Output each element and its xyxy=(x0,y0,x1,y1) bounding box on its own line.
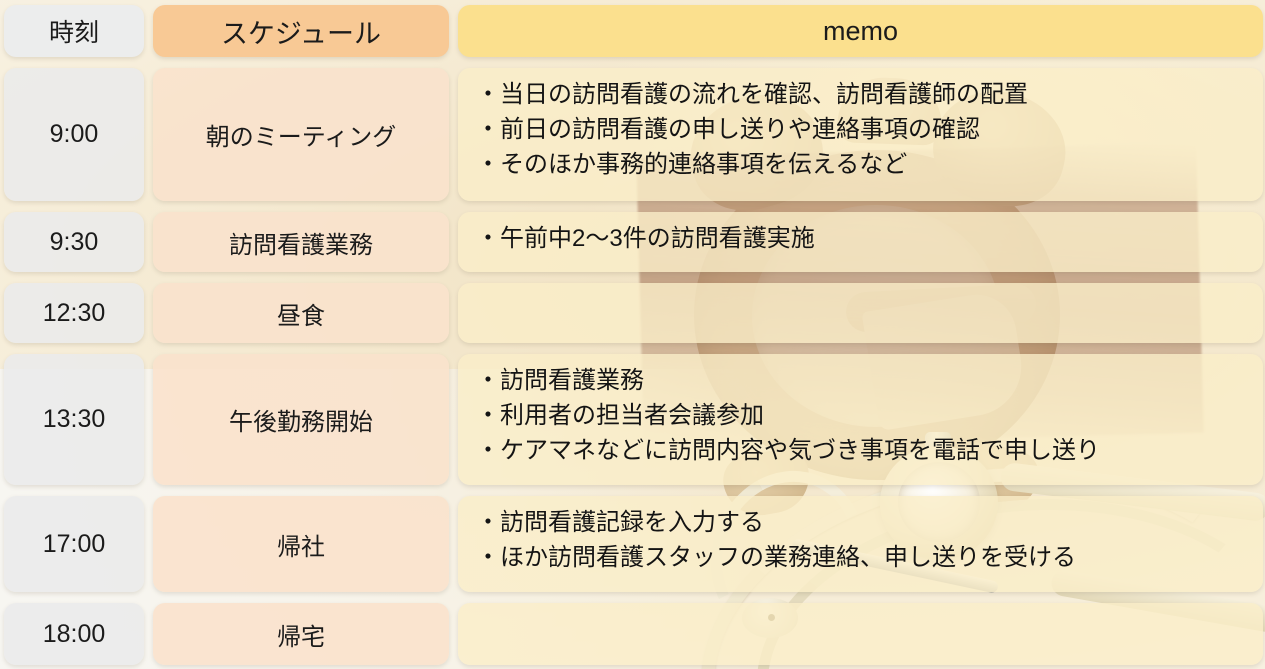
table-cell-schedule: 朝のミーティング xyxy=(153,68,449,201)
table-cell-time: 9:00 xyxy=(4,68,144,201)
table-cell-memo xyxy=(458,283,1263,343)
memo-line: ・午前中2〜3件の訪問看護実施 xyxy=(476,225,815,252)
table-cell-time: 13:30 xyxy=(4,354,144,485)
memo-line: ・ほか訪問看護スタッフの業務連絡、申し送りを受ける xyxy=(476,543,1076,571)
table-cell-memo: ・訪問看護業務 ・利用者の担当者会議参加 ・ケアマネなどに訪問内容や気づき事項を… xyxy=(458,354,1263,485)
column-header-schedule: スケジュール xyxy=(153,5,449,57)
column-header-time: 時刻 xyxy=(4,5,144,57)
memo-line: ・利用者の担当者会議参加 xyxy=(476,401,764,429)
table-cell-schedule: 訪問看護業務 xyxy=(153,212,449,272)
memo-line: ・訪問看護記録を入力する xyxy=(476,509,764,536)
table-cell-memo xyxy=(458,603,1263,665)
table-cell-memo: ・当日の訪問看護の流れを確認、訪問看護師の配置 ・前日の訪問看護の申し送りや連絡… xyxy=(458,68,1263,201)
memo-line: ・訪問看護業務 xyxy=(476,367,644,394)
schedule-table: 時刻 スケジュール memo 9:00 朝のミーティング ・当日の訪問看護の流れ… xyxy=(0,0,1265,669)
table-cell-time: 12:30 xyxy=(4,283,144,343)
table-cell-time: 18:00 xyxy=(4,603,144,665)
table-cell-schedule: 帰社 xyxy=(153,496,449,592)
table-cell-time: 17:00 xyxy=(4,496,144,592)
schedule-table-screen: 時刻 スケジュール memo 9:00 朝のミーティング ・当日の訪問看護の流れ… xyxy=(0,0,1265,669)
table-cell-schedule: 帰宅 xyxy=(153,603,449,665)
table-cell-memo: ・訪問看護記録を入力する ・ほか訪問看護スタッフの業務連絡、申し送りを受ける xyxy=(458,496,1263,592)
table-cell-schedule: 昼食 xyxy=(153,283,449,343)
memo-line: ・ケアマネなどに訪問内容や気づき事項を電話で申し送り xyxy=(476,436,1100,464)
memo-line: ・当日の訪問看護の流れを確認、訪問看護師の配置 xyxy=(476,81,1028,108)
table-cell-schedule: 午後勤務開始 xyxy=(153,354,449,485)
table-cell-memo: ・午前中2〜3件の訪問看護実施 xyxy=(458,212,1263,272)
column-header-memo: memo xyxy=(458,5,1263,57)
table-cell-time: 9:30 xyxy=(4,212,144,272)
memo-line: ・そのほか事務的連絡事項を伝えるなど xyxy=(476,150,908,178)
memo-line: ・前日の訪問看護の申し送りや連絡事項の確認 xyxy=(476,115,980,143)
